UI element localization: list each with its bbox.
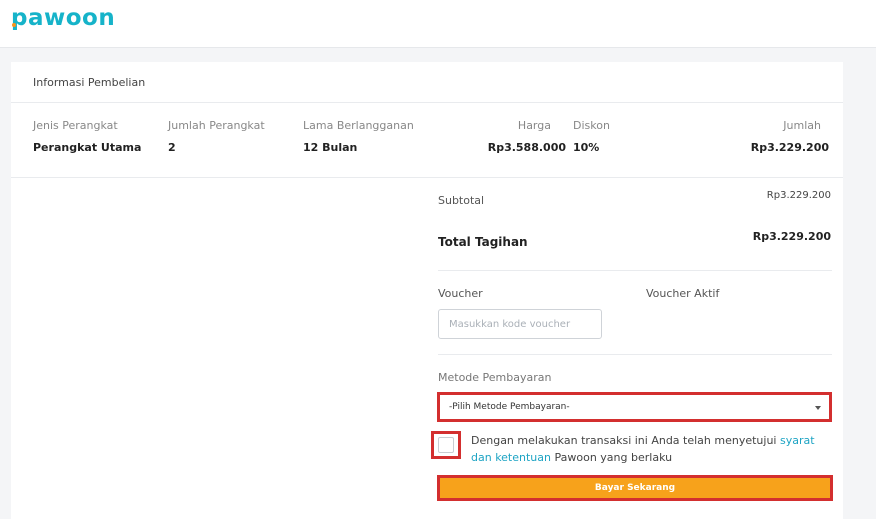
divider: [11, 177, 843, 178]
header-device-type: Jenis Perangkat: [33, 119, 118, 132]
voucher-input[interactable]: [438, 309, 602, 339]
chevron-down-icon: [815, 406, 821, 410]
header-duration: Lama Berlangganan: [303, 119, 414, 132]
top-bar: pawoon: [0, 0, 876, 48]
voucher-label: Voucher: [438, 287, 483, 300]
total-label: Total Tagihan: [438, 235, 528, 249]
payment-method-value: -Pilih Metode Pembayaran-: [449, 402, 570, 412]
cell-discount: 10%: [573, 141, 600, 154]
total-value: Rp3.229.200: [752, 230, 831, 243]
cell-duration: 12 Bulan: [303, 141, 358, 154]
subtotal-label: Subtotal: [438, 194, 485, 207]
cell-amount: Rp3.229.200: [750, 141, 829, 154]
active-voucher-label: Voucher Aktif: [646, 287, 720, 300]
terms-text-after: Pawoon yang berlaku: [551, 451, 673, 464]
payment-method-label: Metode Pembayaran: [438, 371, 552, 384]
header-device-count: Jumlah Perangkat: [168, 119, 265, 132]
subtotal-value: Rp3.229.200: [766, 190, 831, 201]
pay-now-button[interactable]: Bayar Sekarang: [437, 475, 833, 501]
divider: [438, 354, 832, 355]
cell-device-type: Perangkat Utama: [33, 141, 142, 154]
cell-price: Rp3.588.000: [487, 141, 566, 154]
header-price: Harga: [517, 119, 551, 132]
logo-dot-icon: [12, 23, 16, 27]
terms-text-before: Dengan melakukan transaksi ini Anda tela…: [471, 434, 780, 447]
card-title: Informasi Pembelian: [33, 76, 146, 89]
payment-method-select[interactable]: -Pilih Metode Pembayaran-: [437, 392, 832, 422]
pawoon-logo[interactable]: pawoon: [11, 5, 115, 31]
terms-checkbox[interactable]: [438, 437, 454, 453]
terms-checkbox-frame: [431, 431, 461, 459]
header-discount: Diskon: [573, 119, 610, 132]
header-amount: Jumlah: [783, 119, 821, 132]
terms-text: Dengan melakukan transaksi ini Anda tela…: [471, 432, 831, 466]
divider: [438, 270, 832, 271]
cell-device-count: 2: [168, 141, 176, 154]
divider: [11, 102, 843, 103]
purchase-card: Informasi Pembelian Jenis Perangkat Juml…: [11, 62, 843, 519]
